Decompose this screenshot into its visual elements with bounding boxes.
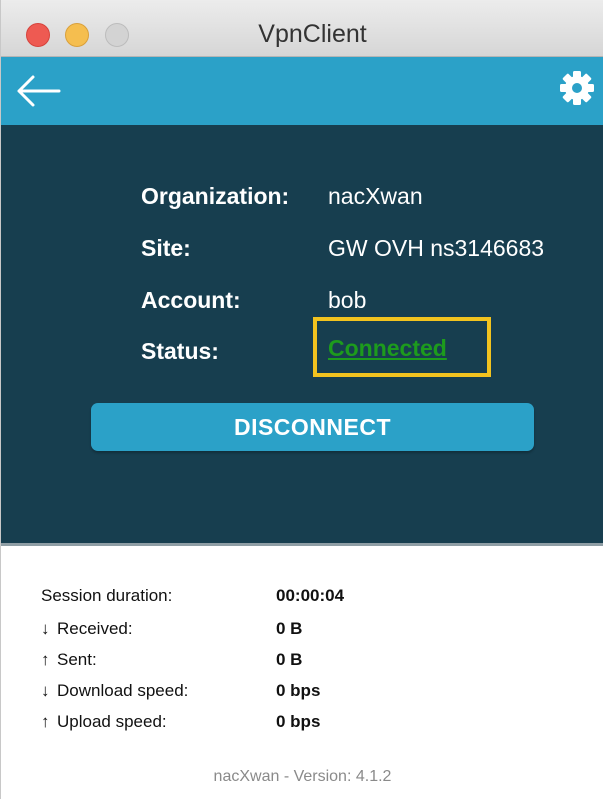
window-title: VpnClient [258,20,367,48]
status-label: Status: [141,338,219,364]
arrow-down-icon: ↓ [41,619,50,638]
received-label: Received: [57,619,133,638]
organization-label: Organization: [141,183,290,209]
account-value: bob [328,287,367,313]
connection-panel: Organization: nacXwan Site: GW OVH ns314… [1,125,603,546]
account-label: Account: [141,287,241,313]
vpn-client-window: VpnClient Organization: nacXwan Site: GW… [0,0,603,799]
received-value: 0 B [276,619,303,638]
settings-button[interactable] [557,68,597,108]
received-row-label: ↓ Received: [41,619,133,639]
arrow-up-icon: ↑ [41,650,50,669]
organization-value: nacXwan [328,183,423,209]
upload-speed-value: 0 bps [276,712,321,731]
title-bar[interactable]: VpnClient [1,0,603,57]
sent-row-label: ↑ Sent: [41,650,97,670]
version-footer: nacXwan - Version: 4.1.2 [213,768,392,785]
arrow-down-icon: ↓ [41,681,50,700]
session-duration-value: 00:00:04 [276,586,345,605]
download-row-label: ↓ Download speed: [41,681,188,701]
site-value: GW OVH ns3146683 [328,235,545,261]
sent-value: 0 B [276,650,303,669]
back-button[interactable] [13,71,63,111]
gear-icon [560,71,594,105]
arrow-left-icon [17,75,61,107]
session-duration-label: Session duration: [41,586,173,605]
toolbar [1,57,603,125]
site-label: Site: [141,235,191,261]
download-speed-value: 0 bps [276,681,321,700]
status-value: Connected [328,335,447,361]
disconnect-button[interactable]: DISCONNECT [91,403,534,451]
upload-row-label: ↑ Upload speed: [41,712,167,732]
sent-label: Sent: [57,650,97,669]
arrow-up-icon: ↑ [41,712,50,731]
upload-speed-label: Upload speed: [57,712,167,731]
download-speed-label: Download speed: [57,681,189,700]
